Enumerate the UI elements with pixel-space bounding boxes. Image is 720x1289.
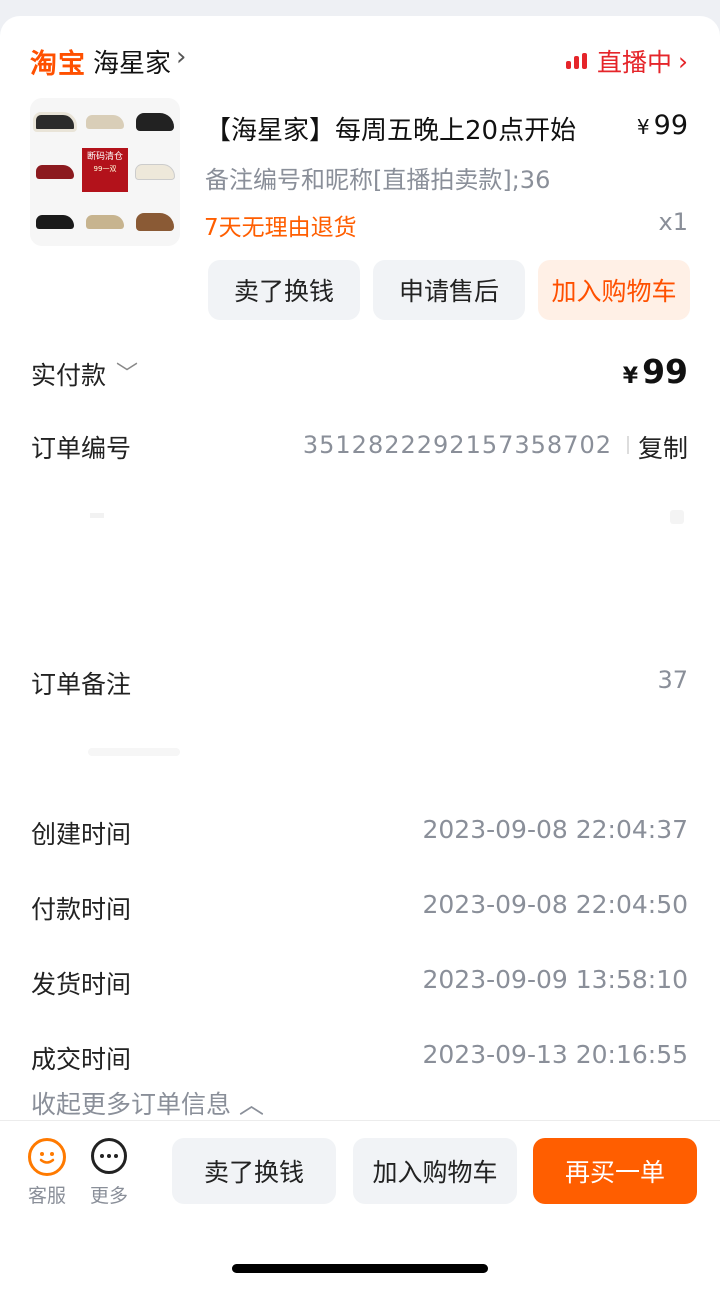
completed-time-label: 成交时间	[31, 1045, 132, 1074]
shoe-image	[32, 150, 78, 194]
sell-for-cash-button[interactable]: 卖了换钱	[172, 1138, 336, 1204]
clearance-badge: 断码清仓 99一双	[82, 148, 128, 192]
shoe-image	[32, 100, 78, 144]
faded-row	[90, 513, 104, 518]
paid-time-label: 付款时间	[31, 895, 132, 924]
add-to-cart-button[interactable]: 加入购物车	[353, 1138, 517, 1204]
chevron-down-icon[interactable]: ﹀	[116, 356, 138, 388]
shoe-image	[132, 100, 178, 144]
chevron-up-icon: ︿	[238, 1090, 264, 1119]
product-sku: 备注编号和昵称[直播拍卖款];36	[205, 166, 551, 194]
shoe-image	[82, 200, 128, 244]
after-sales-button[interactable]: 申请售后	[373, 260, 525, 320]
more-label[interactable]: 更多	[90, 1181, 128, 1208]
shoe-image	[32, 200, 78, 244]
paid-time-value: 2023-09-08 22:04:50	[422, 890, 688, 919]
order-note-label: 订单备注	[31, 670, 132, 699]
product-price: ¥99	[636, 110, 688, 141]
completed-time-value: 2023-09-13 20:16:55	[422, 1040, 688, 1069]
shipped-time-value: 2023-09-09 13:58:10	[422, 965, 688, 994]
copy-button[interactable]: 复制	[638, 429, 688, 465]
live-label: 直播中	[596, 48, 672, 77]
product-title[interactable]: 【海星家】每周五晚上20点开始	[205, 110, 576, 147]
taobao-logo: 淘宝	[30, 49, 86, 80]
shoe-image	[82, 100, 128, 144]
order-number: 3512822292157358702	[302, 431, 612, 459]
customer-service-icon[interactable]	[28, 1138, 66, 1176]
shoe-image	[132, 150, 178, 194]
home-indicator	[232, 1264, 488, 1273]
live-bars-icon	[565, 53, 587, 69]
buy-again-button[interactable]: 再买一单	[533, 1138, 697, 1204]
paid-label[interactable]: 实付款	[31, 356, 106, 392]
created-time-label: 创建时间	[31, 820, 132, 849]
customer-service-label[interactable]: 客服	[28, 1181, 66, 1208]
return-policy: 7天无理由退货	[204, 215, 357, 241]
paid-amount: ¥99	[622, 352, 688, 391]
faded-icon	[670, 510, 684, 524]
chevron-right-icon: ›	[678, 46, 688, 76]
product-quantity: x1	[658, 208, 688, 236]
shoe-image	[132, 200, 178, 244]
shipped-time-label: 发货时间	[31, 970, 132, 999]
faded-row	[88, 748, 180, 756]
live-status-link[interactable]: 直播中 ›	[565, 43, 688, 79]
more-icon[interactable]	[91, 1138, 127, 1174]
collapse-order-info-link[interactable]: 收起更多订单信息 ︿	[31, 1085, 264, 1121]
chevron-right-icon[interactable]: ›	[176, 42, 186, 72]
add-to-cart-button[interactable]: 加入购物车	[538, 260, 690, 320]
sell-for-cash-button[interactable]: 卖了换钱	[208, 260, 360, 320]
order-note-value: 37	[657, 666, 688, 694]
order-number-label: 订单编号	[31, 434, 132, 463]
shop-name[interactable]: 海星家	[93, 43, 171, 80]
product-thumbnail[interactable]: 断码清仓 99一双	[30, 98, 180, 246]
created-time-value: 2023-09-08 22:04:37	[422, 815, 688, 844]
divider	[627, 436, 629, 454]
